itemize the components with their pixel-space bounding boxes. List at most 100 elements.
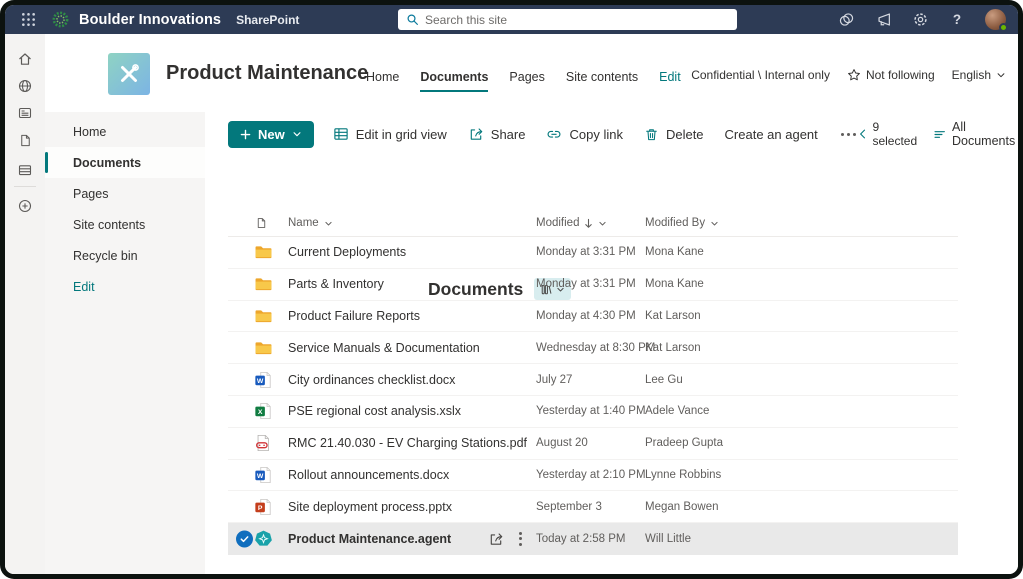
- megaphone-icon[interactable]: [874, 11, 892, 29]
- follow-button[interactable]: Not following: [847, 68, 935, 82]
- svg-text:X: X: [258, 409, 263, 416]
- page-title: Product Maintenance: [166, 62, 368, 85]
- link-icon: [546, 126, 562, 142]
- more-icon[interactable]: [839, 133, 858, 136]
- file-name[interactable]: Parts & Inventory: [288, 277, 384, 291]
- chevron-left-icon: [858, 128, 867, 140]
- modified-value: Monday at 3:31 PM: [536, 278, 636, 290]
- sidebar-item-label: Recycle bin: [73, 249, 138, 263]
- modified-value: August 20: [536, 437, 588, 449]
- app-rail: [5, 34, 45, 574]
- selection-count[interactable]: 9 selected: [858, 120, 920, 148]
- gear-icon[interactable]: [911, 11, 929, 29]
- trash-icon: [644, 127, 659, 142]
- modified-value: July 27: [536, 374, 572, 386]
- tab-site-contents[interactable]: Site contents: [566, 70, 638, 84]
- header-right-cluster: Confidential \ Internal only Not followi…: [691, 68, 1006, 82]
- file-name[interactable]: Site deployment process.pptx: [288, 500, 452, 514]
- sidebar-item-documents[interactable]: Documents: [45, 147, 205, 178]
- brand-name: Boulder Innovations: [79, 12, 221, 28]
- row-share-button[interactable]: [488, 531, 504, 547]
- new-button[interactable]: New: [228, 121, 314, 148]
- column-header-modified[interactable]: Modified: [536, 217, 607, 229]
- table-row[interactable]: RMC 21.40.030 - EV Charging Stations.pdf…: [228, 428, 958, 460]
- agent-file-icon: [254, 529, 273, 548]
- table-row[interactable]: P Site deployment process.pptx September…: [228, 491, 958, 523]
- pdf-file-icon: [254, 434, 272, 452]
- sidebar-item-home[interactable]: Home: [45, 116, 205, 147]
- sidebar-item-pages[interactable]: Pages: [45, 178, 205, 209]
- file-type-column-icon[interactable]: [255, 217, 268, 230]
- copilot-icon[interactable]: [837, 11, 855, 29]
- file-name[interactable]: PSE regional cost analysis.xslx: [288, 404, 461, 418]
- share-button[interactable]: Share: [468, 126, 526, 142]
- modified-by-value: Mona Kane: [645, 278, 704, 290]
- help-icon[interactable]: ?: [948, 11, 966, 29]
- file-name[interactable]: Product Maintenance.agent: [288, 532, 451, 546]
- row-more-actions-button[interactable]: [516, 529, 525, 549]
- page-icon: [255, 217, 268, 230]
- browser-window: Boulder Innovations SharePoint ?: [0, 0, 1023, 579]
- site-logo[interactable]: [108, 53, 150, 95]
- file-name[interactable]: Rollout announcements.docx: [288, 468, 449, 482]
- app-launcher-icon[interactable]: [15, 9, 41, 31]
- news-icon[interactable]: [5, 101, 45, 125]
- command-bar: New Edit in grid view Share Copy link: [205, 112, 1018, 156]
- add-circle-icon[interactable]: [5, 194, 45, 218]
- edit-in-grid-view-button[interactable]: Edit in grid view: [333, 126, 447, 142]
- file-name[interactable]: Service Manuals & Documentation: [288, 341, 480, 355]
- tab-home[interactable]: Home: [366, 70, 399, 84]
- copy-link-button[interactable]: Copy link: [546, 126, 622, 142]
- word-file-icon: W: [254, 371, 272, 389]
- create-agent-button[interactable]: Create an agent: [725, 127, 818, 142]
- modified-by-value: Lynne Robbins: [645, 469, 721, 481]
- sidebar-item-label: Home: [73, 125, 106, 139]
- checkmark-icon: [239, 533, 250, 544]
- row-checkbox[interactable]: [236, 530, 253, 547]
- avatar[interactable]: [985, 9, 1006, 30]
- sidebar-item-edit[interactable]: Edit: [45, 271, 205, 302]
- file-name[interactable]: Product Failure Reports: [288, 309, 420, 323]
- table-row[interactable]: W City ordinances checklist.docx July 27…: [228, 364, 958, 396]
- page-icon[interactable]: [5, 128, 45, 152]
- table-row[interactable]: W Rollout announcements.docx Yesterday a…: [228, 460, 958, 492]
- search-input[interactable]: [425, 13, 729, 27]
- share-icon: [468, 126, 484, 142]
- column-header-modified-by[interactable]: Modified By: [645, 217, 719, 229]
- language-selector[interactable]: English: [952, 68, 1006, 82]
- tab-pages[interactable]: Pages: [509, 70, 544, 84]
- file-name[interactable]: City ordinances checklist.docx: [288, 373, 455, 387]
- sidebar-item-label: Site contents: [73, 218, 145, 232]
- file-name[interactable]: RMC 21.40.030 - EV Charging Stations.pdf: [288, 436, 527, 450]
- table-row-selected[interactable]: Product Maintenance.agent Today at 2:58 …: [228, 523, 958, 555]
- table-row[interactable]: Parts & Inventory Monday at 3:31 PM Mona…: [228, 269, 958, 301]
- table-row[interactable]: Service Manuals & Documentation Wednesda…: [228, 332, 958, 364]
- modified-by-value: Kat Larson: [645, 342, 701, 354]
- new-button-label: New: [258, 127, 285, 142]
- follow-label: Not following: [866, 68, 935, 82]
- table-header: Name Modified Modified By: [228, 210, 958, 237]
- library-icon[interactable]: [5, 158, 45, 182]
- search-icon: [406, 13, 419, 26]
- home-icon[interactable]: [5, 47, 45, 71]
- tab-edit[interactable]: Edit: [659, 70, 681, 84]
- sidebar-item-recycle-bin[interactable]: Recycle bin: [45, 240, 205, 271]
- modified-by-value: Kat Larson: [645, 310, 701, 322]
- sidebar-item-site-contents[interactable]: Site contents: [45, 209, 205, 240]
- view-selector[interactable]: All Documents: [933, 120, 1018, 148]
- search-box[interactable]: [398, 9, 737, 30]
- sidebar-item-label: Documents: [73, 156, 141, 170]
- svg-text:W: W: [257, 377, 264, 384]
- delete-button[interactable]: Delete: [644, 127, 704, 142]
- table-row[interactable]: X PSE regional cost analysis.xslx Yester…: [228, 396, 958, 428]
- tab-documents[interactable]: Documents: [420, 70, 488, 84]
- command-label: Create an agent: [725, 127, 818, 142]
- view-lines-icon: [933, 127, 946, 142]
- product-name[interactable]: SharePoint: [236, 13, 299, 27]
- globe-icon[interactable]: [5, 74, 45, 98]
- table-row[interactable]: Current Deployments Monday at 3:31 PM Mo…: [228, 237, 958, 269]
- table-row[interactable]: Product Failure Reports Monday at 4:30 P…: [228, 301, 958, 333]
- column-header-name[interactable]: Name: [288, 217, 333, 229]
- file-name[interactable]: Current Deployments: [288, 245, 406, 259]
- modified-by-value: Mona Kane: [645, 246, 704, 258]
